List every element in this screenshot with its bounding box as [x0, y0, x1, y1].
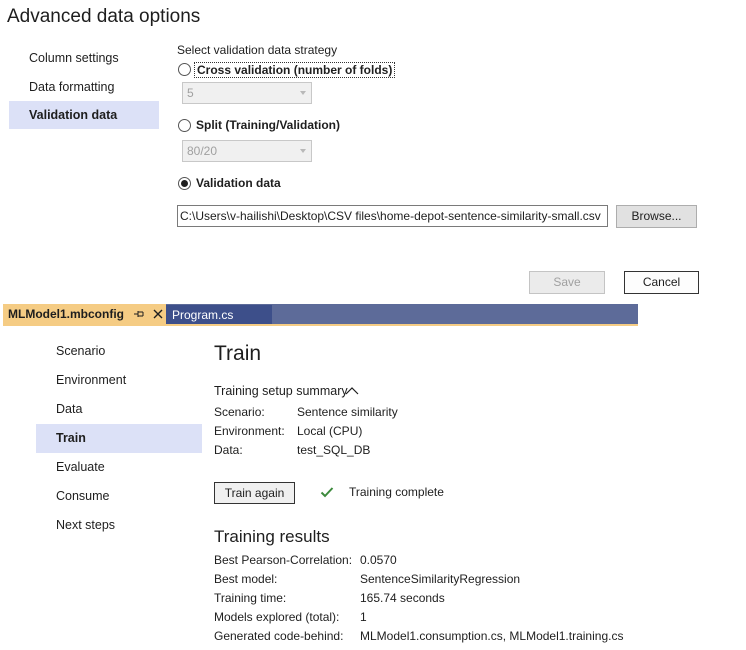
result-label-models-explored: Models explored (total):: [214, 610, 340, 624]
split-label[interactable]: Split (Training/Validation): [196, 118, 340, 132]
nav-item-column-settings[interactable]: Column settings: [9, 44, 159, 72]
validation-data-radio[interactable]: [178, 177, 191, 190]
split-dropdown[interactable]: 80/20: [182, 140, 312, 162]
tab-label: Program.cs: [172, 308, 234, 322]
nav-item-validation-data[interactable]: Validation data: [9, 101, 159, 129]
validation-data-label[interactable]: Validation data: [196, 176, 281, 190]
active-tab-underline: [3, 324, 638, 326]
result-label-training-time: Training time:: [214, 591, 287, 605]
nav-item-environment[interactable]: Environment: [36, 366, 202, 395]
nav-item-train[interactable]: Train: [36, 424, 202, 453]
folds-value: 5: [187, 86, 194, 100]
chevron-down-icon: [300, 91, 306, 95]
page-title: Train: [214, 342, 262, 365]
cross-validation-label[interactable]: Cross validation (number of folds): [194, 62, 396, 78]
validation-file-path-input[interactable]: C:\Users\v-hailishi\Desktop\CSV files\ho…: [177, 205, 608, 227]
nav-item-evaluate[interactable]: Evaluate: [36, 453, 202, 482]
result-value-training-time: 165.74 seconds: [360, 591, 445, 605]
training-status: Training complete: [349, 485, 444, 499]
result-value-best-model: SentenceSimilarityRegression: [360, 572, 521, 586]
tab-label: MLModel1.mbconfig: [8, 307, 124, 321]
setup-label-environment: Environment:: [214, 424, 285, 438]
tab-program-cs[interactable]: Program.cs: [166, 305, 272, 325]
setup-value-data: test_SQL_DB: [297, 443, 371, 457]
result-label-best-model: Best model:: [214, 572, 278, 586]
chevron-down-icon: [300, 149, 306, 153]
setup-label-scenario: Scenario:: [214, 405, 265, 419]
results-title: Training results: [214, 527, 330, 546]
close-icon[interactable]: [151, 307, 165, 321]
folds-dropdown[interactable]: 5: [182, 82, 312, 104]
setup-value-environment: Local (CPU): [297, 424, 363, 438]
nav-item-scenario[interactable]: Scenario: [36, 337, 202, 366]
result-label-pearson: Best Pearson-Correlation:: [214, 553, 353, 567]
result-value-pearson: 0.0570: [360, 553, 397, 567]
cross-validation-radio[interactable]: [178, 63, 191, 76]
cancel-button[interactable]: Cancel: [624, 271, 699, 294]
check-icon: [320, 487, 334, 498]
setup-summary-toggle[interactable]: Training setup summary: [214, 384, 348, 398]
save-button[interactable]: Save: [529, 271, 605, 294]
browse-button[interactable]: Browse...: [616, 205, 697, 228]
nav-item-data-formatting[interactable]: Data formatting: [9, 73, 159, 101]
tab-mlmodel1-mbconfig[interactable]: MLModel1.mbconfig: [3, 304, 166, 325]
chevron-up-icon[interactable]: [344, 385, 360, 397]
result-label-code-behind: Generated code-behind:: [214, 629, 344, 643]
dialog-title: Advanced data options: [7, 6, 201, 27]
setup-value-scenario: Sentence similarity: [297, 405, 398, 419]
nav-item-data[interactable]: Data: [36, 395, 202, 424]
split-radio[interactable]: [178, 119, 191, 132]
nav-item-consume[interactable]: Consume: [36, 482, 202, 511]
strategy-label: Select validation data strategy: [177, 43, 338, 57]
pin-icon[interactable]: [133, 308, 145, 320]
split-value: 80/20: [187, 144, 218, 158]
result-value-code-behind[interactable]: MLModel1.consumption.cs, MLModel1.traini…: [360, 629, 623, 643]
result-value-models-explored: 1: [360, 610, 367, 624]
train-again-button[interactable]: Train again: [214, 482, 295, 504]
nav-item-next-steps[interactable]: Next steps: [36, 511, 202, 540]
setup-label-data: Data:: [214, 443, 243, 457]
